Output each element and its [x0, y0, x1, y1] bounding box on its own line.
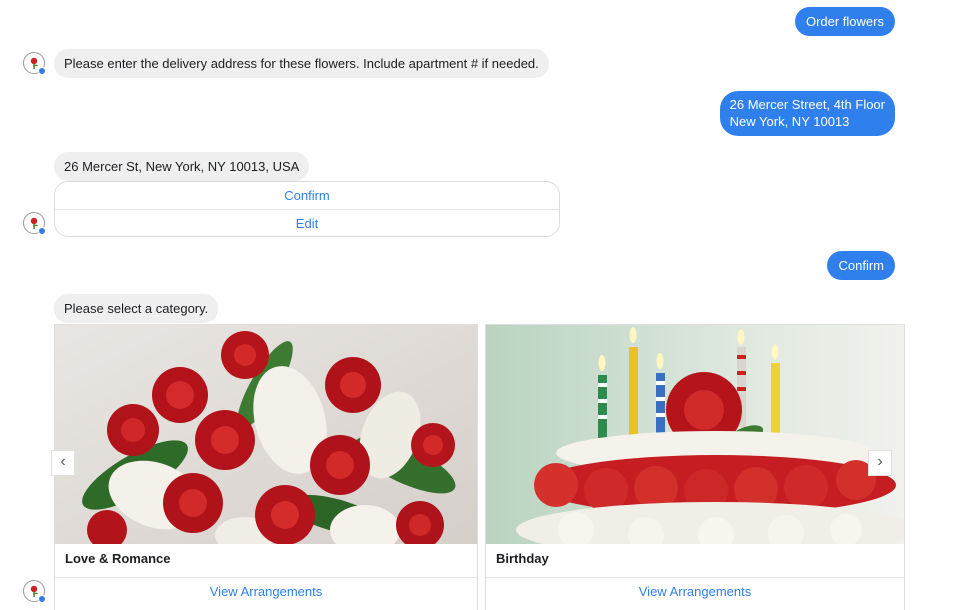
edit-button[interactable]: Edit: [55, 209, 559, 236]
bot-avatar: [23, 212, 46, 235]
card-title: Birthday: [496, 551, 549, 566]
love-romance-image[interactable]: [55, 325, 477, 544]
bot-message-address-confirm: 26 Mercer St, New York, NY 10013, USA: [54, 152, 310, 181]
confirm-button[interactable]: Confirm: [55, 182, 559, 209]
online-indicator: [38, 67, 46, 75]
chevron-left-icon[interactable]: ‹: [51, 450, 75, 476]
card-divider: [486, 577, 904, 578]
message-text: Order flowers: [805, 14, 884, 29]
bot-avatar: [23, 52, 46, 75]
bot-message-address-prompt: Please enter the delivery address for th…: [54, 49, 549, 78]
message-text: Please enter the delivery address for th…: [64, 56, 539, 71]
bot-message-category-prompt: Please select a category.: [54, 294, 219, 323]
address-line-1: 26 Mercer Street, 4th Floor: [729, 97, 885, 112]
card-title: Love & Romance: [65, 551, 171, 566]
birthday-image[interactable]: [486, 325, 904, 544]
message-text: Confirm: [838, 258, 884, 273]
user-message-confirm: Confirm: [827, 251, 895, 280]
message-text: 26 Mercer St, New York, NY 10013, USA: [64, 159, 300, 174]
view-arrangements-button[interactable]: View Arrangements: [55, 584, 477, 599]
view-arrangements-button[interactable]: View Arrangements: [486, 584, 904, 599]
chevron-right-icon[interactable]: ›: [868, 450, 892, 476]
carousel-card-love-romance: Love & Romance View Arrangements: [54, 324, 478, 610]
address-line-2: New York, NY 10013: [729, 114, 850, 129]
user-message-address: 26 Mercer Street, 4th Floor New York, NY…: [719, 91, 895, 136]
quick-replies: Confirm Edit: [54, 181, 560, 237]
bot-avatar: [23, 580, 46, 603]
online-indicator: [38, 227, 46, 235]
card-divider: [55, 577, 477, 578]
message-text: Please select a category.: [64, 301, 209, 316]
user-message-order-flowers: Order flowers: [794, 7, 895, 36]
online-indicator: [38, 595, 46, 603]
carousel-card-birthday: Birthday View Arrangements: [485, 324, 905, 610]
